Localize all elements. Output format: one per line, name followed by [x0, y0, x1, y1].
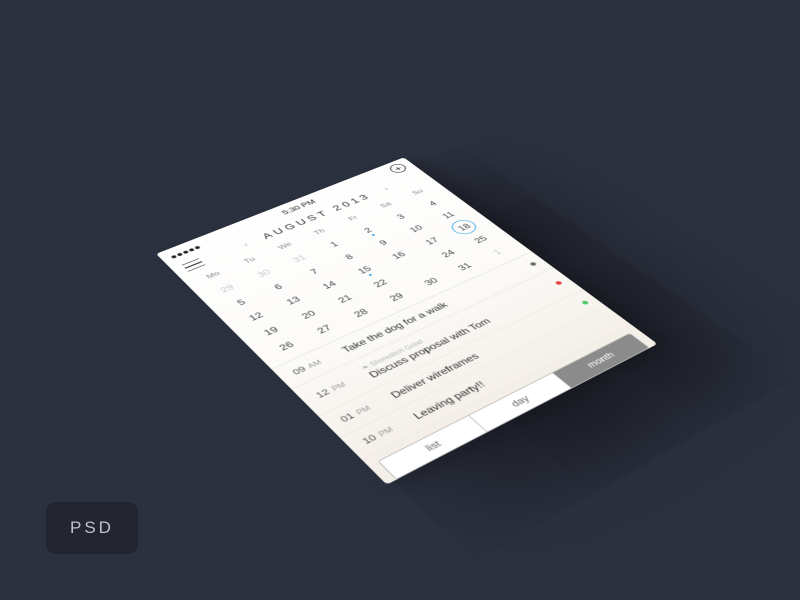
phone-frame: 5:30 PM + ‹ AUGUST 2013 › MoTuWeThFrSaSu… — [156, 157, 657, 484]
calendar-day[interactable]: 19 — [244, 316, 297, 347]
plus-icon: + — [391, 165, 404, 173]
calendar-day[interactable]: 12 — [230, 301, 283, 332]
menu-button[interactable] — [182, 258, 206, 271]
event-color-dot-icon — [555, 280, 563, 285]
event-color-dot-icon — [581, 300, 590, 305]
psd-badge: PSD — [46, 502, 138, 554]
psd-badge-label: PSD — [70, 518, 114, 537]
next-month-button[interactable]: › — [380, 185, 391, 192]
event-dot-icon — [418, 271, 422, 273]
event-color-dot-icon — [529, 262, 537, 267]
prev-month-button[interactable]: ‹ — [240, 240, 251, 248]
calendar-day[interactable]: 20 — [282, 300, 334, 330]
